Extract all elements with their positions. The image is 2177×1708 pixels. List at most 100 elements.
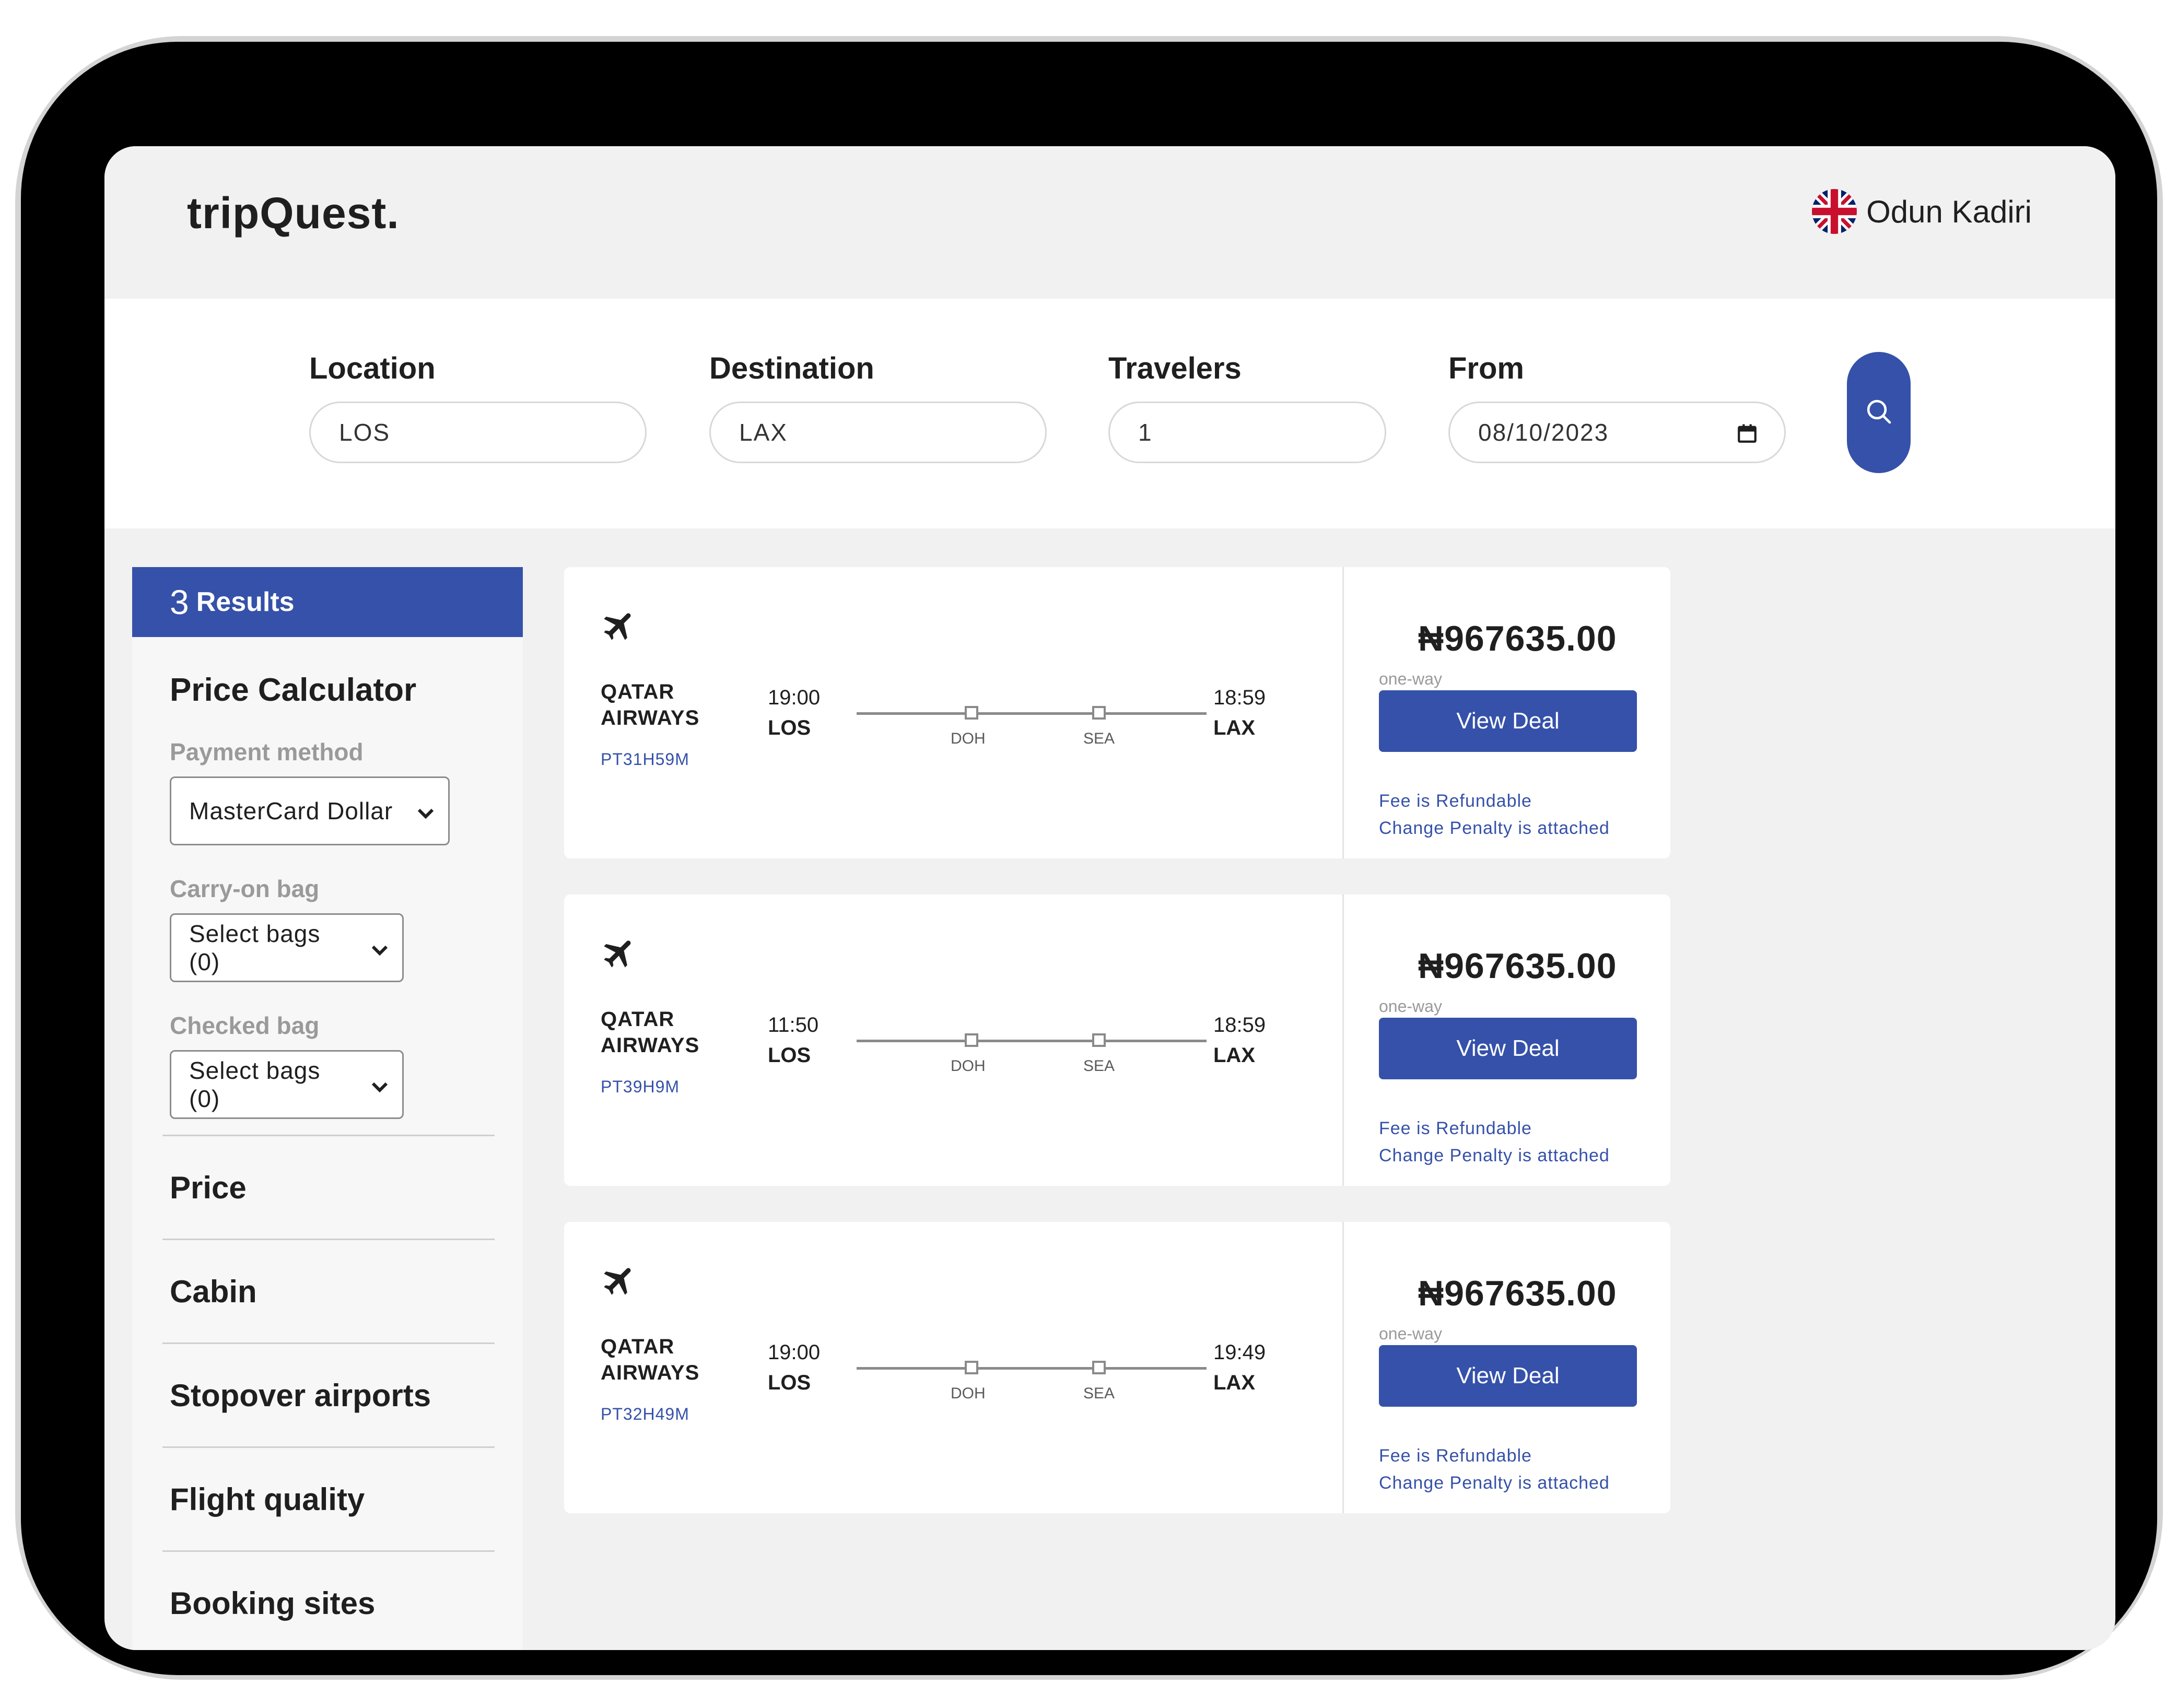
departure-time: 19:00 [768,686,821,709]
trip-type: one-way [1379,997,1442,1016]
checked-bag-value: Select bags (0) [189,1057,321,1112]
filter-sidebar: 3 Results Price Calculator Payment metho… [132,567,523,1650]
refund-note: Fee is Refundable [1379,1118,1532,1138]
user-name: Odun Kadiri [1866,194,2032,229]
fare-notes: Fee is Refundable Change Penalty is atta… [1379,787,1610,842]
tablet-frame: tripQuest. Odun Kadiri Location LOS Dest… [21,42,2157,1675]
card-divider [1342,567,1344,858]
stop-label: DOH [951,1385,986,1402]
location-input[interactable]: LOS [309,402,647,463]
location-field: Location LOS [309,351,647,463]
travelers-field: Travelers 1 [1108,351,1386,463]
view-deal-button[interactable]: View Deal [1379,1345,1637,1407]
stop-marker [965,1361,978,1374]
airline-name: QATAR AIRWAYS [601,680,700,729]
route-line [857,1367,1207,1370]
route-line [857,1040,1207,1042]
refund-note: Fee is Refundable [1379,791,1532,811]
card-divider [1342,1222,1344,1513]
search-button[interactable] [1847,352,1911,473]
travelers-label: Travelers [1108,351,1242,385]
departure-airport: LOS [768,1371,811,1394]
carry-on-bag-value: Select bags (0) [189,920,321,975]
filter-cabin[interactable]: Cabin [162,1239,495,1342]
arrival-time: 18:59 [1213,686,1266,709]
filter-booking-sites[interactable]: Booking sites [162,1550,495,1650]
destination-field: Destination LAX [709,351,1047,463]
refund-note: Fee is Refundable [1379,1446,1532,1466]
penalty-note: Change Penalty is attached [1379,1146,1610,1165]
app-logo[interactable]: tripQuest. [187,188,400,239]
trip-type: one-way [1379,669,1442,688]
flight-price: ₦967635.00 [1418,619,1617,658]
from-label: From [1448,351,1524,385]
filter-stopover-airports[interactable]: Stopover airports [162,1342,495,1446]
app-screen: tripQuest. Odun Kadiri Location LOS Dest… [104,146,2115,1650]
stop-marker [1092,1361,1106,1374]
stop-label: SEA [1083,1057,1115,1075]
stop-label: SEA [1083,730,1115,747]
chevron-down-icon [371,1070,389,1099]
stop-marker [1092,706,1106,720]
search-icon [1864,397,1893,429]
flight-card: QATAR AIRWAYS PT31H59M 19:00 LOS DOH SEA… [564,567,1670,858]
chevron-down-icon [371,934,389,962]
stop-marker [1092,1033,1106,1047]
airline-name: QATAR AIRWAYS [601,1335,700,1384]
flight-card: QATAR AIRWAYS PT39H9M 11:50 LOS DOH SEA … [564,894,1670,1186]
travelers-input[interactable]: 1 [1108,402,1386,463]
view-deal-button[interactable]: View Deal [1379,690,1637,752]
arrival-airport: LAX [1213,1044,1255,1067]
departure-airport: LOS [768,716,811,739]
card-divider [1342,894,1344,1186]
payment-method-select[interactable]: MasterCard Dollar [170,776,450,845]
uk-flag-icon [1812,189,1857,234]
user-menu[interactable]: Odun Kadiri [1812,189,2032,234]
search-panel: Location LOS Destination LAX Travelers 1… [104,299,2115,528]
location-value: LOS [339,419,391,446]
fare-notes: Fee is Refundable Change Penalty is atta… [1379,1115,1610,1169]
arrival-time: 19:49 [1213,1341,1266,1364]
airplane-icon [601,607,638,647]
carry-on-bag-select[interactable]: Select bags (0) [170,913,404,982]
stop-label: SEA [1083,1385,1115,1402]
stop-marker [965,1033,978,1047]
penalty-note: Change Penalty is attached [1379,1473,1610,1493]
payment-method-value: MasterCard Dollar [189,797,393,824]
flight-price: ₦967635.00 [1418,1274,1617,1313]
departure-time: 19:00 [768,1341,821,1364]
view-deal-button[interactable]: View Deal [1379,1018,1637,1079]
calendar-icon[interactable] [1736,422,1758,450]
results-count-bar: 3 Results [132,567,523,637]
checked-bag-select[interactable]: Select bags (0) [170,1050,404,1119]
airline-name: QATAR AIRWAYS [601,1008,700,1057]
airplane-icon [601,1262,638,1302]
penalty-note: Change Penalty is attached [1379,818,1610,838]
destination-label: Destination [709,351,874,385]
airplane-icon [601,934,638,974]
arrival-time: 18:59 [1213,1014,1266,1036]
destination-value: LAX [739,419,788,446]
trip-type: one-way [1379,1324,1442,1343]
stop-marker [965,706,978,720]
arrival-airport: LAX [1213,1371,1255,1394]
stop-label: DOH [951,730,986,747]
departure-airport: LOS [768,1044,811,1067]
price-calculator-title: Price Calculator [170,672,417,708]
checked-bag-label: Checked bag [170,1012,320,1039]
from-date-input[interactable]: 08/10/2023 [1448,402,1786,463]
destination-input[interactable]: LAX [709,402,1047,463]
route-line [857,712,1207,715]
from-date-value: 08/10/2023 [1478,419,1609,446]
arrival-airport: LAX [1213,716,1255,739]
filter-flight-quality[interactable]: Flight quality [162,1446,495,1550]
payment-method-label: Payment method [170,738,364,765]
filter-price[interactable]: Price [162,1135,495,1239]
chevron-down-icon [417,797,435,825]
fare-notes: Fee is Refundable Change Penalty is atta… [1379,1442,1610,1497]
results-label: Results [196,587,295,617]
carry-on-bag-label: Carry-on bag [170,875,320,902]
results-count: 3 [170,583,189,621]
flight-duration-code: PT31H59M [601,750,689,769]
location-label: Location [309,351,436,385]
